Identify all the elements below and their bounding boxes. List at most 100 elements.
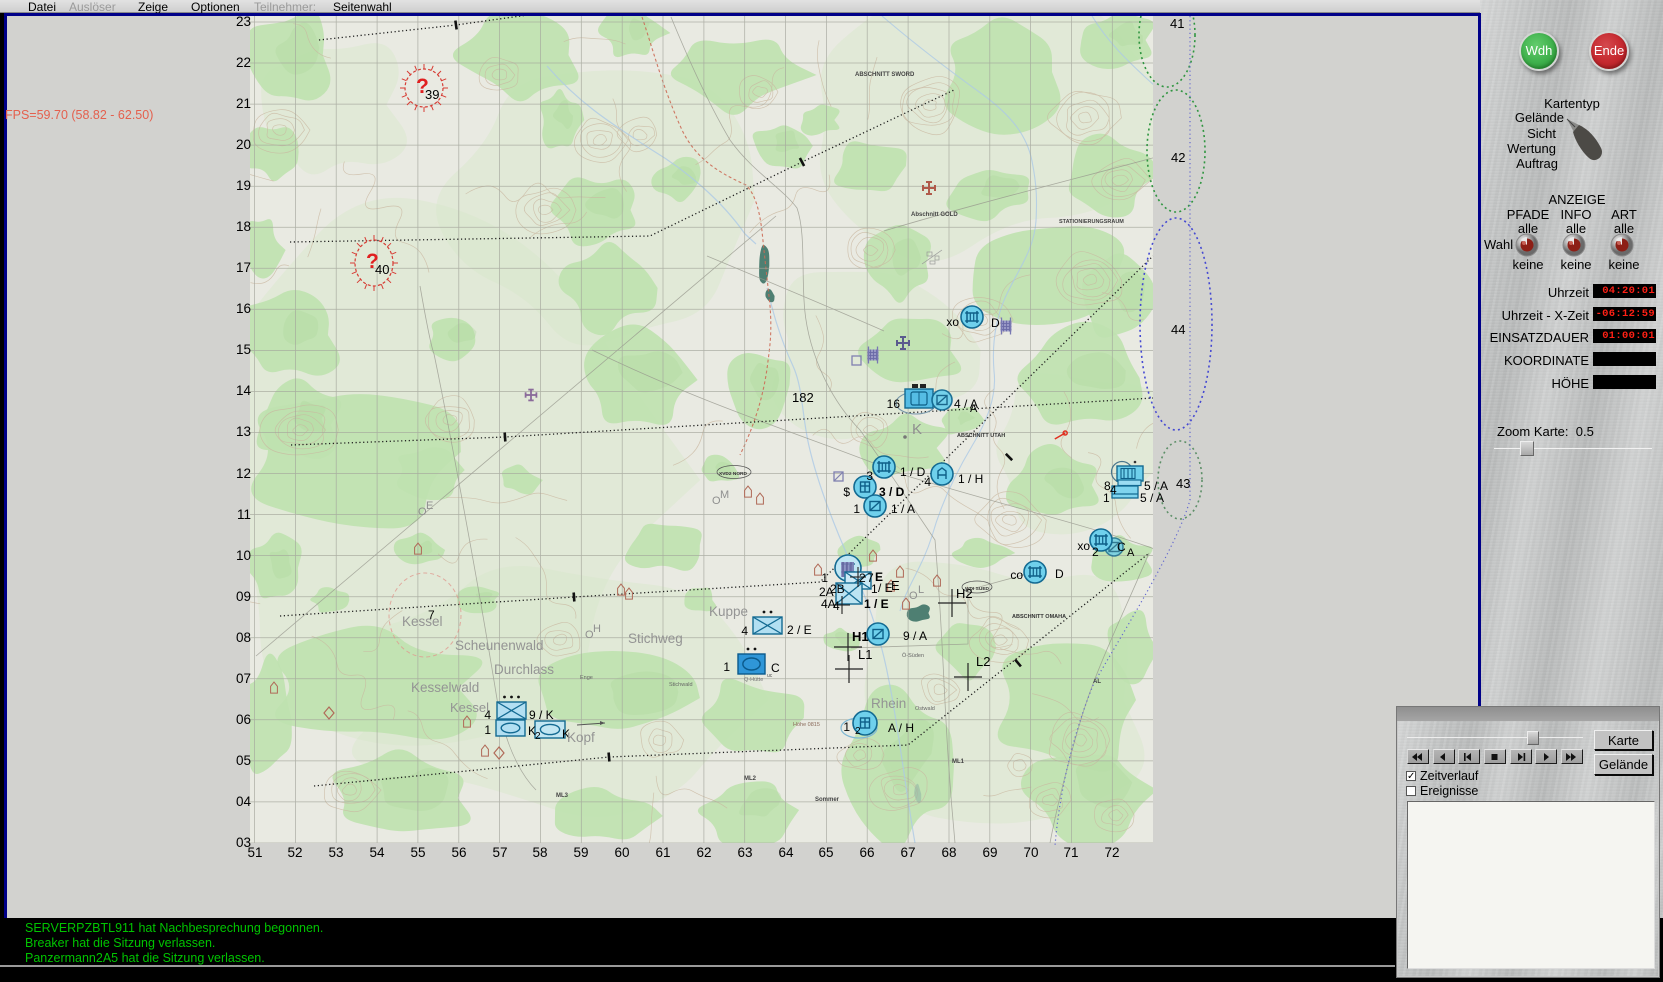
svg-text:64: 64: [778, 845, 794, 860]
svg-text:1: 1: [484, 723, 491, 737]
svg-text:65: 65: [818, 845, 833, 860]
svg-text:42: 42: [1171, 150, 1185, 165]
svg-text:Kuppe: Kuppe: [709, 604, 748, 619]
svg-text:XVD2 NORD: XVD2 NORD: [719, 471, 748, 477]
svg-text:1 / A: 1 / A: [891, 502, 915, 516]
svg-text:3 / D: 3 / D: [879, 485, 905, 499]
svg-text:40: 40: [375, 262, 389, 277]
svg-text:2: 2: [855, 726, 861, 737]
svg-text:72: 72: [1104, 845, 1119, 860]
svg-text:L: L: [918, 584, 924, 596]
svg-text:Kessel: Kessel: [402, 614, 443, 629]
svg-text:2: 2: [1092, 545, 1099, 559]
svg-text:xo: xo: [946, 315, 959, 329]
svg-text:2: 2: [859, 571, 866, 585]
svg-text:ABSCHNITT UTAH: ABSCHNITT UTAH: [957, 433, 1005, 439]
svg-text:71: 71: [1063, 845, 1078, 860]
svg-text:A: A: [1127, 547, 1135, 559]
svg-text:17: 17: [236, 260, 251, 275]
svg-text:xo: xo: [1077, 539, 1090, 553]
svg-text:M: M: [720, 489, 729, 501]
svg-text:co: co: [1010, 568, 1023, 582]
svg-text:Kessel: Kessel: [450, 700, 489, 715]
svg-text:1: 1: [821, 571, 828, 585]
svg-text:Scheunenwald: Scheunenwald: [455, 638, 544, 653]
svg-text:Stichweg: Stichweg: [628, 631, 683, 646]
svg-text:Ö-Süden: Ö-Süden: [902, 652, 924, 659]
svg-text:41: 41: [1170, 16, 1184, 31]
svg-text:STATIONIERUNGSRAUM: STATIONIERUNGSRAUM: [1059, 219, 1124, 225]
svg-text:54: 54: [369, 845, 385, 860]
svg-text:1: 1: [853, 502, 860, 516]
svg-text:$: $: [843, 485, 850, 499]
svg-text:07: 07: [236, 671, 251, 686]
svg-text:Ostwald: Ostwald: [915, 706, 935, 712]
svg-text:60: 60: [614, 845, 629, 860]
svg-text:52: 52: [287, 845, 302, 860]
svg-text:AL: AL: [1093, 679, 1101, 685]
svg-text:Kopf: Kopf: [567, 730, 595, 745]
svg-text:58: 58: [532, 845, 547, 860]
svg-text:56: 56: [451, 845, 466, 860]
svg-text:E: E: [426, 500, 433, 512]
svg-text:Enge: Enge: [580, 675, 593, 681]
svg-text:D: D: [1055, 567, 1064, 581]
svg-text:ABSCHNITT SWORD: ABSCHNITT SWORD: [855, 72, 915, 78]
svg-text:1: 1: [843, 720, 850, 734]
svg-text:67: 67: [900, 845, 915, 860]
svg-text:ML2: ML2: [744, 776, 757, 782]
svg-text:12: 12: [236, 466, 251, 481]
svg-text:WDI SUED: WDI SUED: [965, 586, 990, 592]
svg-text:E: E: [891, 578, 900, 593]
svg-text:ABSCHNITT OMAHA: ABSCHNITT OMAHA: [1012, 614, 1066, 620]
svg-text:4: 4: [833, 599, 840, 613]
svg-text:06: 06: [236, 712, 251, 727]
svg-text:1: 1: [1103, 491, 1110, 505]
svg-text:Durchlass: Durchlass: [494, 662, 554, 677]
svg-text:53: 53: [328, 845, 343, 860]
svg-text:C: C: [1117, 540, 1126, 554]
svg-text:4: 4: [924, 475, 931, 489]
svg-text:H: H: [593, 623, 601, 635]
svg-text:23: 23: [236, 16, 251, 29]
svg-text:2B: 2B: [830, 582, 845, 596]
svg-text:61: 61: [655, 845, 670, 860]
svg-text:03: 03: [236, 835, 251, 850]
svg-text:15: 15: [236, 342, 251, 357]
svg-text:11: 11: [237, 507, 251, 522]
svg-text:1: 1: [723, 660, 730, 674]
svg-text:39: 39: [425, 87, 439, 102]
svg-text:05: 05: [236, 753, 251, 768]
svg-text:2 / E: 2 / E: [787, 623, 812, 637]
svg-text:A: A: [970, 403, 978, 415]
svg-text:69: 69: [982, 845, 997, 860]
svg-text:1 / E: 1 / E: [864, 597, 889, 611]
svg-text:68: 68: [941, 845, 956, 860]
svg-text:08: 08: [236, 630, 251, 645]
svg-text:55: 55: [410, 845, 425, 860]
svg-text:Sommer: Sommer: [815, 797, 840, 803]
svg-text:5 / A: 5 / A: [1140, 491, 1164, 505]
svg-text:L2: L2: [976, 654, 990, 669]
svg-text:4: 4: [1110, 483, 1117, 497]
svg-text:ML1: ML1: [952, 759, 965, 765]
svg-text:Höhe 0815: Höhe 0815: [793, 722, 820, 728]
svg-text:14: 14: [236, 383, 252, 398]
svg-text:16: 16: [887, 397, 901, 411]
svg-text:09: 09: [236, 589, 251, 604]
svg-text:1 / D: 1 / D: [900, 465, 926, 479]
svg-text:66: 66: [859, 845, 874, 860]
svg-text:4: 4: [741, 624, 748, 638]
svg-text:Rhein: Rhein: [871, 696, 906, 711]
svg-text:70: 70: [1023, 845, 1038, 860]
svg-text:uc: uc: [767, 673, 773, 679]
svg-text:D: D: [991, 316, 1000, 330]
svg-text:ML3: ML3: [556, 793, 569, 799]
svg-text:Kesselwald: Kesselwald: [411, 680, 479, 695]
svg-text:1: 1: [871, 582, 878, 596]
svg-text:19: 19: [236, 178, 251, 193]
svg-text:L1: L1: [858, 647, 872, 662]
svg-text:59: 59: [573, 845, 588, 860]
svg-text:9 / K: 9 / K: [529, 708, 554, 722]
svg-text:20: 20: [236, 137, 251, 152]
